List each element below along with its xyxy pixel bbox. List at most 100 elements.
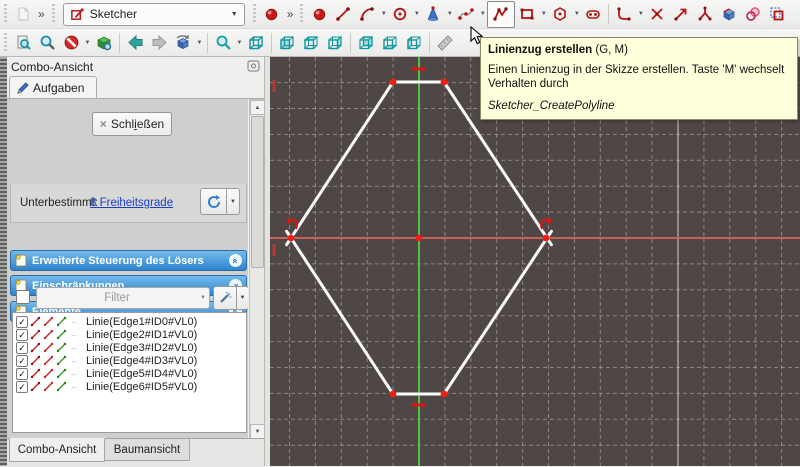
toolbar-overflow-button[interactable]: » [35,7,48,21]
rear-view-button[interactable] [354,31,378,55]
element-settings-button[interactable]: ▼ [213,286,248,308]
arc-dropdown[interactable]: ▼ [379,2,388,26]
tab-combo-ansicht[interactable]: Combo-Ansicht [9,438,105,462]
toolbar-overflow-button[interactable]: » [284,7,297,21]
clone-button[interactable] [765,2,789,26]
tab-aufgaben[interactable]: Aufgaben [9,76,97,99]
toolbar-handle[interactable] [50,4,57,24]
scroll-down-button[interactable]: ▼ [250,424,265,439]
toolbar-handle[interactable] [298,4,305,24]
element-visible-checkbox[interactable]: ✓ [16,342,28,354]
list-item[interactable]: ✓ – Linie(Edge3#ID2#VL0) [13,341,246,354]
collapse-button[interactable]: « [229,254,242,267]
filter-combobox[interactable]: Filter ▼ [36,287,210,309]
fit-all-button[interactable] [11,31,35,55]
elements-filter-row: Filter ▼ ▼ [7,285,248,311]
navigation-style-dropdown[interactable]: ▼ [195,31,204,55]
create-rectangle-button[interactable] [515,2,539,26]
split-edge-button[interactable] [693,2,717,26]
extend-edge-button[interactable] [669,2,693,26]
trim-edge-button[interactable] [645,2,669,26]
task-panel: × Schließen Meldungen des Lösers « Unter… [7,99,248,438]
section-advanced-solver[interactable]: Erweiterte Steuerung des Lösers « [10,250,247,271]
panel-title: Combo-Ansicht [7,57,264,76]
create-bspline-button[interactable] [454,2,478,26]
construction-line-icon [56,329,67,340]
stop-operation-button[interactable] [260,2,284,26]
abort-dropdown[interactable]: ▼ [83,31,92,55]
conic-dropdown[interactable]: ▼ [445,2,454,26]
element-visible-checkbox[interactable]: ✓ [16,316,28,328]
extended-info-checkbox[interactable] [16,290,30,304]
create-fillet-button[interactable] [612,2,636,26]
list-item[interactable]: ✓ – Linie(Edge2#ID1#VL0) [13,328,246,341]
abort-button[interactable] [59,31,83,55]
element-visible-checkbox[interactable]: ✓ [16,368,28,380]
bspline-dropdown[interactable]: ▼ [478,2,487,26]
zoom-button[interactable] [211,31,235,55]
create-polyline-button[interactable] [487,1,515,28]
front-view-button[interactable] [275,31,299,55]
element-visible-checkbox[interactable]: ✓ [16,381,28,393]
list-item[interactable]: ✓ – Linie(Edge6#ID5#VL0) [13,380,246,393]
elements-list[interactable]: ✓ – Linie(Edge1#ID0#VL0) ✓ – Linie(Edge2… [12,312,247,433]
left-view-button[interactable] [402,31,426,55]
toolbar-handle[interactable] [2,33,9,53]
new-document-button[interactable] [11,2,35,26]
close-task-label: Schließen [111,117,164,131]
zoom-selection-button[interactable] [35,31,59,55]
fillet-dropdown[interactable]: ▼ [636,2,645,26]
dof-link[interactable]: 8 Freiheitsgrade [90,197,173,209]
zoom-icon [215,34,232,51]
dash-icon: – [69,356,79,366]
toolbar-handle[interactable] [2,4,9,24]
navigate-forward-button[interactable] [147,31,171,55]
element-visible-checkbox[interactable]: ✓ [16,355,28,367]
chevron-down-icon: ▼ [231,11,238,18]
element-visible-checkbox[interactable]: ✓ [16,329,28,341]
top-view-button[interactable] [299,31,323,55]
create-slot-button[interactable] [581,2,605,26]
tab-baumansicht[interactable]: Baumansicht [104,439,190,461]
navigate-back-button[interactable] [123,31,147,55]
create-circle-button[interactable] [388,2,412,26]
rectangle-dropdown[interactable]: ▼ [539,2,548,26]
create-arc-button[interactable] [355,2,379,26]
split-icon [697,6,713,22]
navigation-style-button[interactable] [171,31,195,55]
list-item[interactable]: ✓ – Linie(Edge4#ID3#VL0) [13,354,246,367]
section-title: Erweiterte Steuerung des Lösers [32,255,224,267]
element-settings-dropdown[interactable]: ▼ [237,286,248,310]
carbon-copy-button[interactable] [741,2,765,26]
scroll-up-button[interactable]: ▲ [250,100,265,115]
measure-button[interactable] [433,31,457,55]
create-polygon-button[interactable] [548,2,572,26]
polygon-dropdown[interactable]: ▼ [572,2,581,26]
close-task-button[interactable]: × Schließen [92,112,172,136]
create-line-button[interactable] [331,2,355,26]
list-item[interactable]: ✓ – Linie(Edge5#ID4#VL0) [13,367,246,380]
bottom-view-cube-icon [381,34,399,52]
workbench-selector[interactable]: Sketcher ▼ [63,3,245,26]
right-view-cube-icon [326,34,344,52]
toolbar-handle[interactable] [251,4,258,24]
right-view-button[interactable] [323,31,347,55]
circle-dropdown[interactable]: ▼ [412,2,421,26]
zoom-dropdown[interactable]: ▼ [235,31,244,55]
magnifier-icon [39,34,56,51]
element-label: Linie(Edge5#ID4#VL0) [86,368,197,380]
float-panel-button[interactable] [247,60,260,72]
scrollbar-thumb[interactable] [251,116,264,268]
toolbar-sketcher: » Sketcher ▼ » ▼ ▼ ▼ ▼ ▼ ▼ [0,0,800,29]
refresh-solver-button[interactable]: ▼ [200,188,240,213]
axonometric-cube-icon [247,34,265,52]
external-geometry-button[interactable] [717,2,741,26]
bottom-view-button[interactable] [378,31,402,55]
refresh-dropdown[interactable]: ▼ [227,188,240,215]
list-item[interactable]: ✓ – Linie(Edge1#ID0#VL0) [13,315,246,328]
view-fit-button[interactable] [92,31,116,55]
create-point-button[interactable] [307,2,331,26]
create-conic-button[interactable] [421,2,445,26]
cone-icon [425,6,441,22]
axonometric-view-button[interactable] [244,31,268,55]
